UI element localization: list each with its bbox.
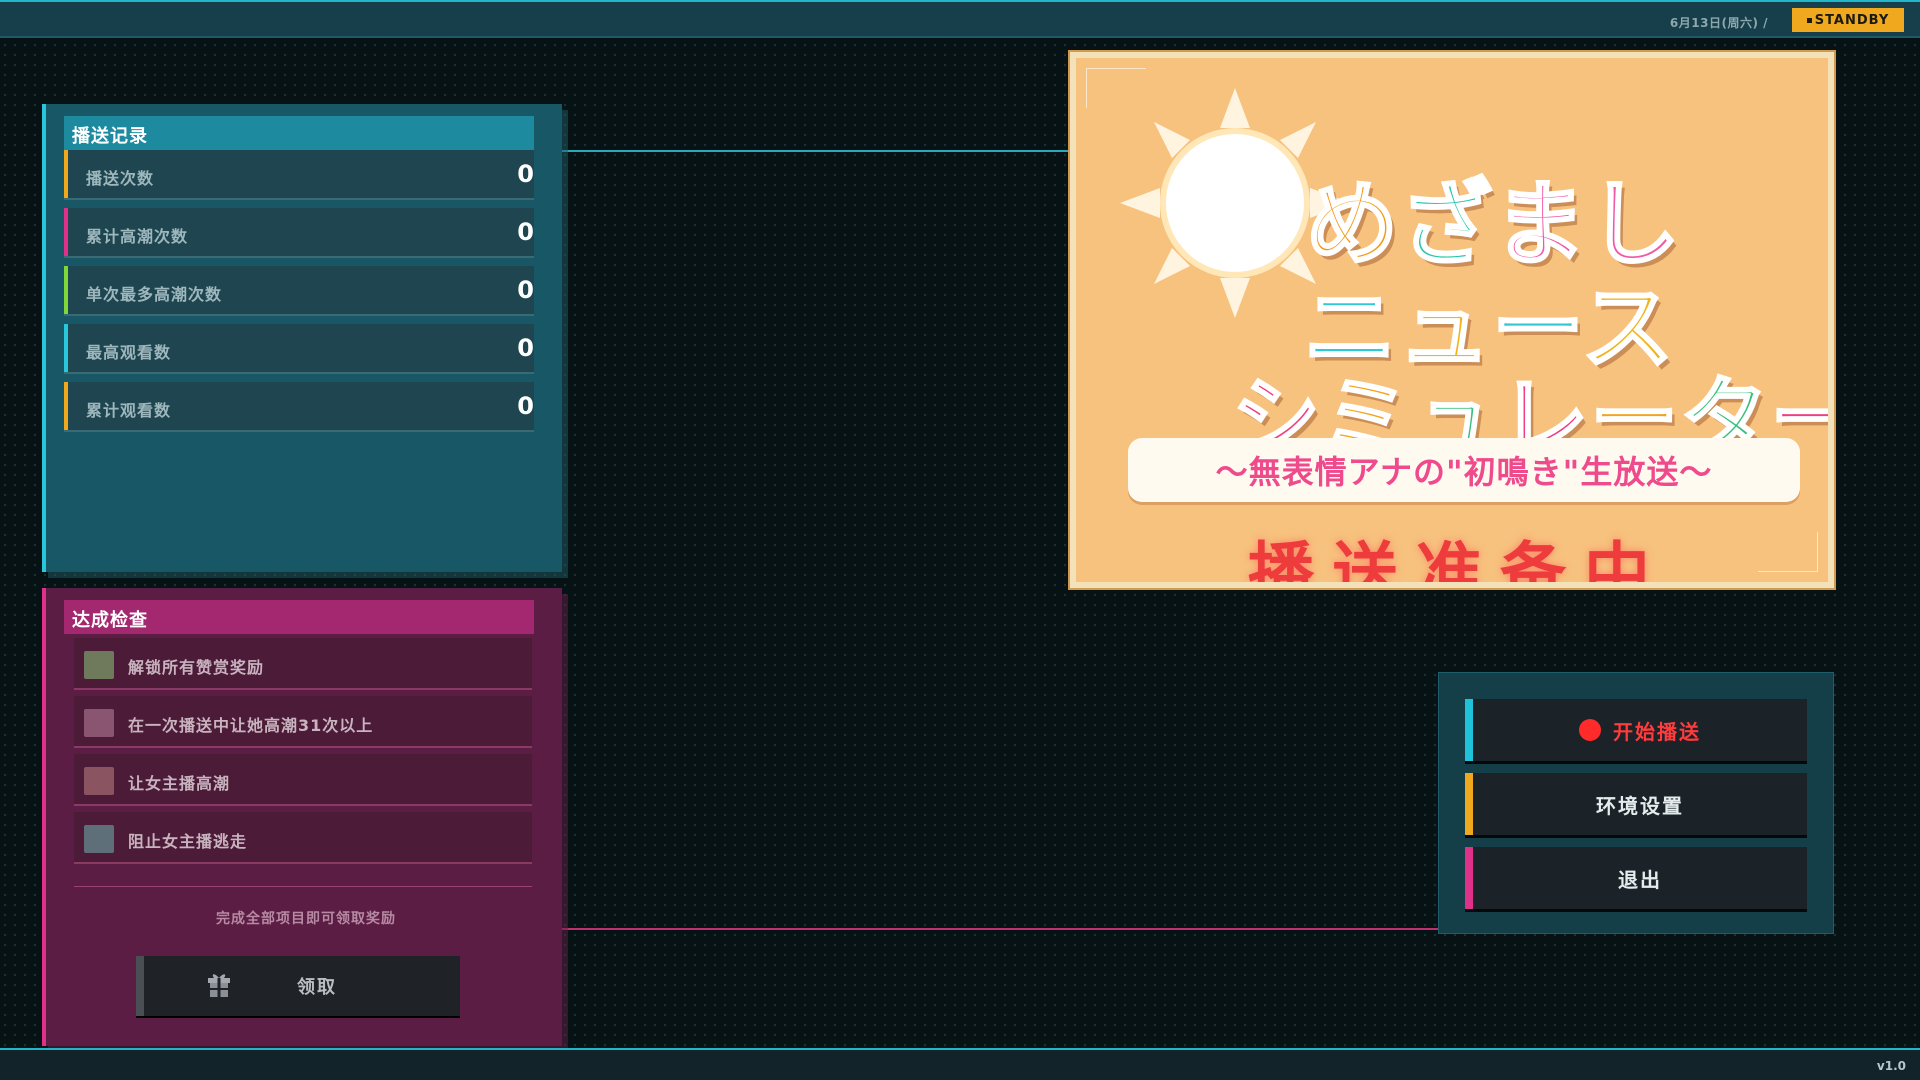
stat-accent xyxy=(64,150,68,198)
stat-row: 累计观看数 0 xyxy=(64,382,534,432)
stat-accent xyxy=(64,324,68,372)
checkbox-icon xyxy=(84,825,114,853)
achievement-label: 阻止女主播逃走 xyxy=(128,832,248,851)
date-display: 6月13日(周六) / xyxy=(1669,16,1768,30)
broadcast-record-panel: 播送记录 播送次数 0 累计高潮次数 0 单次最多高潮次数 0 最高观看数 0 … xyxy=(42,104,562,572)
stat-label: 累计高潮次数 xyxy=(86,227,189,246)
status-badge: STANDBY xyxy=(1792,8,1904,32)
settings-label: 环境设置 xyxy=(1596,793,1684,818)
achievement-item: 解锁所有赞赏奖励 xyxy=(74,638,532,690)
stat-row: 单次最多高潮次数 0 xyxy=(64,266,534,316)
stat-value: 0 xyxy=(517,160,534,188)
exit-button[interactable]: 退出 xyxy=(1465,847,1807,909)
main-menu-panel: 开始播送 环境设置 退出 xyxy=(1438,672,1834,934)
claim-label: 领取 xyxy=(297,977,337,998)
stat-label: 播送次数 xyxy=(86,169,155,188)
status-label: STANDBY xyxy=(1814,12,1890,28)
exit-label: 退出 xyxy=(1618,867,1662,892)
stat-value: 0 xyxy=(517,276,534,304)
divider xyxy=(74,886,532,887)
stat-value: 0 xyxy=(517,218,534,246)
connector-line-achievements xyxy=(548,928,1438,930)
stat-row: 累计高潮次数 0 xyxy=(64,208,534,258)
settings-button[interactable]: 环境设置 xyxy=(1465,773,1807,835)
achievement-label: 让女主播高潮 xyxy=(128,774,231,793)
stat-row: 播送次数 0 xyxy=(64,150,534,200)
version-label: v1.0 xyxy=(1876,1059,1906,1073)
stat-label: 单次最多高潮次数 xyxy=(86,285,223,304)
gift-icon xyxy=(208,974,230,997)
stat-label: 最高观看数 xyxy=(86,343,172,362)
stat-accent xyxy=(64,382,68,430)
achievement-item: 阻止女主播逃走 xyxy=(74,812,532,864)
start-broadcast-label: 开始播送 xyxy=(1613,719,1701,744)
panel-title: 达成检查 xyxy=(64,600,534,634)
top-bar: 6月13日(周六) / STANDBY xyxy=(0,0,1920,38)
reward-hint: 完成全部项目即可领取奖励 xyxy=(216,911,396,927)
achievement-label: 在一次播送中让她高潮31次以上 xyxy=(128,716,374,735)
title-subtitle: ～無表情アナの"初鳴き"生放送～ xyxy=(1128,438,1800,502)
stat-value: 0 xyxy=(517,334,534,362)
achievement-item: 让女主播高潮 xyxy=(74,754,532,806)
achievement-item: 在一次播送中让她高潮31次以上 xyxy=(74,696,532,748)
stat-accent xyxy=(64,208,68,256)
game-title-card: めざまし ニュース シミュレーター ～無表情アナの"初鳴き"生放送～ 播送准备中 xyxy=(1068,50,1836,590)
stat-value: 0 xyxy=(517,392,534,420)
record-dot-icon xyxy=(1579,719,1601,741)
bottom-bar: v1.0 xyxy=(0,1048,1920,1080)
achievement-check-panel: 达成检查 解锁所有赞赏奖励 在一次播送中让她高潮31次以上 让女主播高潮 阻止女… xyxy=(42,588,562,1046)
stat-accent xyxy=(64,266,68,314)
connector-line-stats xyxy=(548,150,1070,152)
claim-reward-button[interactable]: 领取 xyxy=(136,956,460,1016)
achievement-label: 解锁所有赞赏奖励 xyxy=(128,658,265,677)
status-square-icon xyxy=(1806,17,1812,23)
checkbox-icon xyxy=(84,767,114,795)
stat-row: 最高观看数 0 xyxy=(64,324,534,374)
start-broadcast-button[interactable]: 开始播送 xyxy=(1465,699,1807,761)
checkbox-icon xyxy=(84,651,114,679)
panel-title: 播送记录 xyxy=(64,116,534,150)
broadcast-status-text: 播送准备中 xyxy=(1248,535,1668,588)
checkbox-icon xyxy=(84,709,114,737)
stat-label: 累计观看数 xyxy=(86,401,172,420)
